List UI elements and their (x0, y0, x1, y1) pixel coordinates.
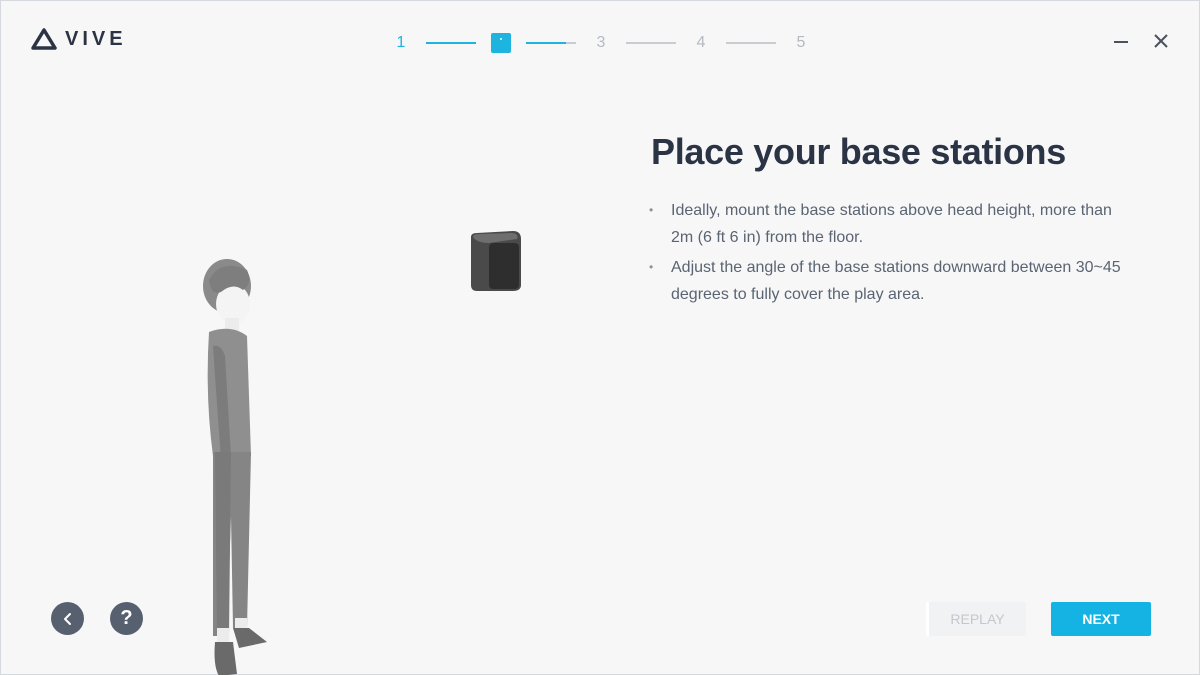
next-label: NEXT (1082, 611, 1120, 627)
minimize-icon (1114, 41, 1128, 43)
back-button[interactable] (51, 602, 84, 635)
next-button[interactable]: NEXT (1051, 602, 1151, 636)
minimize-button[interactable] (1109, 29, 1133, 53)
base-station-illustration (471, 231, 521, 291)
step-connector (726, 42, 776, 44)
question-mark-icon: ? (120, 607, 133, 629)
step-connector (626, 42, 676, 44)
help-button[interactable]: ? (110, 602, 143, 635)
app-window: VIVE 1 3 4 5 Place your base stations • … (0, 0, 1200, 675)
step-3: 3 (596, 34, 606, 51)
setup-stepper: 1 3 4 5 (391, 29, 811, 57)
step-connector (526, 42, 576, 44)
vive-logo: VIVE (31, 27, 127, 51)
replay-label: REPLAY (950, 611, 1005, 627)
step-1: 1 (396, 34, 406, 51)
step-2-current (491, 33, 511, 53)
instruction-item: Adjust the angle of the base stations do… (647, 254, 1137, 308)
instruction-item: Ideally, mount the base stations above h… (647, 197, 1137, 251)
logo-text: VIVE (65, 28, 127, 50)
close-button[interactable] (1149, 29, 1173, 53)
person-illustration (203, 259, 267, 675)
step-connector (426, 42, 476, 44)
vive-logo-icon (31, 28, 57, 50)
replay-button[interactable]: REPLAY (926, 602, 1026, 636)
step-4: 4 (696, 34, 706, 51)
page-title: Place your base stations (651, 131, 1066, 172)
step-5: 5 (796, 34, 806, 51)
close-icon (1154, 34, 1168, 48)
chevron-left-icon (63, 612, 71, 625)
instruction-list: Ideally, mount the base stations above h… (647, 197, 1137, 311)
